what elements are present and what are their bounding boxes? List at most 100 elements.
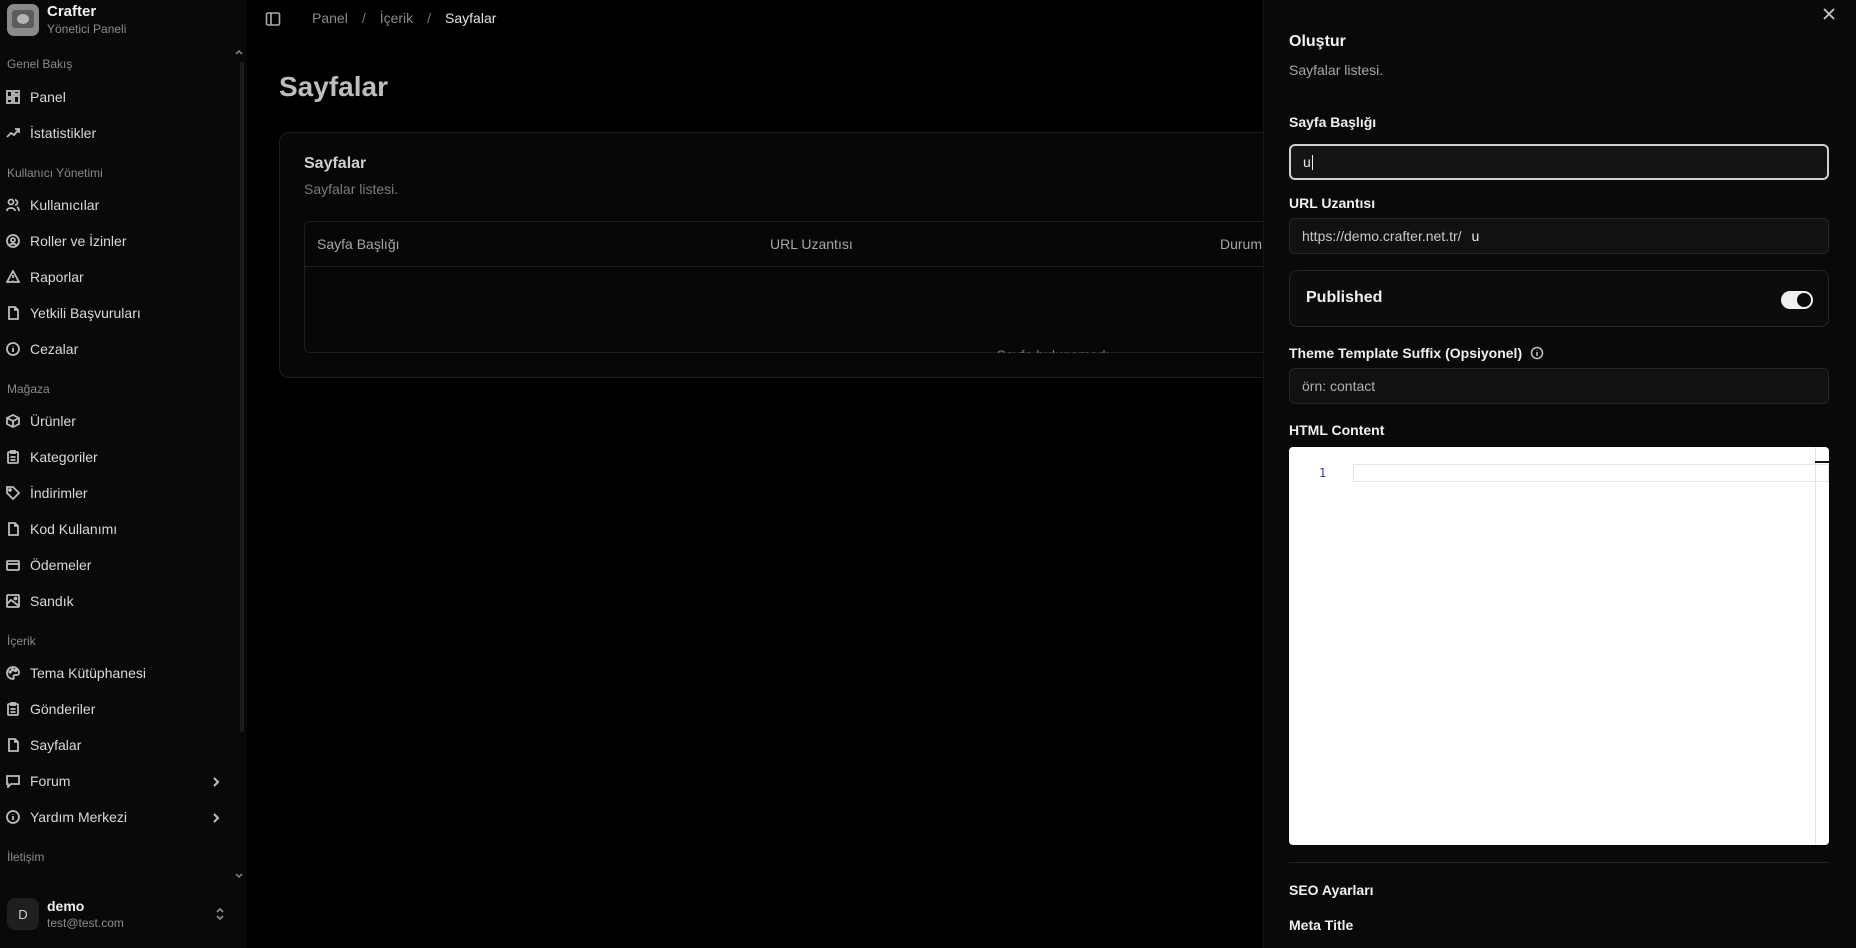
sidebar-item-discounts[interactable]: İndirimler: [6, 478, 228, 508]
brand-logo: [7, 4, 39, 36]
section-divider: [1289, 862, 1829, 863]
sidebar-item-posts[interactable]: Gönderiler: [6, 694, 228, 724]
sidebar-item-label: Raporlar: [30, 269, 84, 285]
table-header: Sayfa Başlığı URL Uzantısı Durum: [305, 222, 1319, 267]
sidebar-item-label: Forum: [30, 773, 71, 789]
sidebar-item-panel[interactable]: Panel: [6, 82, 228, 112]
sidebar-item-products[interactable]: Ürünler: [6, 406, 228, 436]
info-circle-icon: [6, 342, 20, 356]
file-icon: [6, 522, 20, 536]
breadcrumb-panel[interactable]: Panel: [312, 10, 348, 26]
breadcrumb-separator: /: [427, 10, 432, 26]
sidebar-item-payments[interactable]: Ödemeler: [6, 550, 228, 580]
published-label: Published: [1306, 289, 1383, 306]
sidebar-item-label: Kategoriler: [30, 449, 98, 465]
user-email: test@test.com: [47, 916, 124, 930]
sidebar-item-label: Kullanıcılar: [30, 197, 100, 213]
breadcrumb: Panel / İçerik / Sayfalar: [312, 10, 496, 26]
url-value: u: [1471, 228, 1480, 244]
file-icon: [6, 306, 20, 320]
message-icon: [6, 774, 20, 788]
breadcrumb-current: Sayfalar: [445, 10, 497, 26]
editor-margin-line: [1815, 447, 1816, 845]
editor-scrollbar-thumb[interactable]: [1815, 461, 1829, 463]
sidebar-item-staff-applications[interactable]: Yetkili Başvuruları: [6, 298, 228, 328]
user-menu[interactable]: D demo test@test.com: [7, 894, 233, 934]
dashboard-icon: [6, 90, 20, 104]
column-header-status[interactable]: Durum: [1220, 236, 1262, 252]
close-icon[interactable]: [1822, 7, 1836, 21]
info-icon[interactable]: [1530, 346, 1544, 360]
group-label-overview: Genel Bakış: [7, 57, 73, 71]
editor-active-line[interactable]: [1353, 464, 1829, 482]
breadcrumb-content[interactable]: İçerik: [380, 10, 413, 26]
sidebar-item-statistics[interactable]: İstatistikler: [6, 118, 228, 148]
clipboard-icon: [6, 702, 20, 716]
table-empty-row: Sayfa bulunamadı.: [305, 267, 1321, 353]
empty-message: Sayfa bulunamadı.: [305, 312, 1321, 353]
sidebar-item-label: Panel: [30, 89, 66, 105]
sheet-subtitle: Sayfalar listesi.: [1289, 62, 1384, 78]
theme-suffix-label-row: Theme Template Suffix (Opsiyonel): [1289, 345, 1544, 361]
box-icon: [6, 414, 20, 428]
sidebar-item-label: Ödemeler: [30, 557, 92, 573]
user-circle-icon: [6, 234, 20, 248]
pages-table: Sayfa Başlığı URL Uzantısı Durum Sayfa b…: [304, 221, 1320, 353]
published-toggle[interactable]: [1781, 291, 1813, 309]
sidebar-scrollbar[interactable]: [240, 62, 244, 732]
line-number: 1: [1319, 466, 1327, 480]
sidebar-item-code-usage[interactable]: Kod Kullanımı: [6, 514, 228, 544]
page-title-label: Sayfa Başlığı: [1289, 114, 1377, 130]
group-label-communication: İletişim: [7, 850, 45, 864]
chevrons-up-down-icon: [214, 906, 226, 922]
html-code-editor[interactable]: 1: [1289, 447, 1829, 845]
seo-settings-heading: SEO Ayarları: [1289, 882, 1374, 898]
url-prefix: https://demo.crafter.net.tr/: [1302, 228, 1462, 244]
card-subtitle: Sayfalar listesi.: [304, 181, 399, 197]
url-input[interactable]: https://demo.crafter.net.tr/ u: [1289, 218, 1829, 254]
sidebar-toggle-icon[interactable]: [265, 11, 281, 27]
palette-icon: [6, 666, 20, 680]
sidebar-item-forum[interactable]: Forum: [6, 766, 228, 796]
text-caret: [1311, 154, 1313, 170]
sidebar-item-users[interactable]: Kullanıcılar: [6, 190, 228, 220]
sidebar-item-label: İndirimler: [30, 485, 88, 501]
chevron-down-icon[interactable]: [234, 871, 244, 881]
page-title-value: u: [1303, 154, 1311, 170]
trending-up-icon: [6, 126, 20, 140]
sidebar-item-label: Yardım Merkezi: [30, 809, 127, 825]
chevron-up-icon[interactable]: [234, 47, 244, 57]
sidebar-item-theme-library[interactable]: Tema Kütüphanesi: [6, 658, 228, 688]
page-title-input[interactable]: u: [1289, 144, 1829, 180]
sidebar-item-reports[interactable]: Raporlar: [6, 262, 228, 292]
chevron-right-icon[interactable]: [210, 775, 222, 787]
users-icon: [6, 198, 20, 212]
sidebar-item-label: Yetkili Başvuruları: [30, 305, 141, 321]
main-content: Panel / İçerik / Sayfalar Sayfalar Sayfa…: [247, 0, 1320, 948]
sidebar-item-label: Roller ve İzinler: [30, 233, 127, 249]
avatar: D: [7, 898, 39, 930]
sidebar-item-categories[interactable]: Kategoriler: [6, 442, 228, 472]
html-content-label: HTML Content: [1289, 422, 1385, 438]
sidebar-item-pages[interactable]: Sayfalar: [6, 730, 228, 760]
brand[interactable]: Crafter Yönetici Paneli: [7, 3, 126, 37]
pages-card: Sayfalar Sayfalar listesi. Sayfa Başlığı…: [279, 132, 1320, 378]
page-title: Sayfalar: [279, 71, 388, 102]
sidebar-item-label: Sandık: [30, 593, 74, 609]
sidebar-item-help-center[interactable]: Yardım Merkezi: [6, 802, 228, 832]
sidebar-item-penalties[interactable]: Cezalar: [6, 334, 228, 364]
sidebar-item-chest[interactable]: Sandık: [6, 586, 228, 616]
chevron-right-icon[interactable]: [210, 811, 222, 823]
meta-title-label: Meta Title: [1289, 917, 1354, 933]
sidebar-item-roles[interactable]: Roller ve İzinler: [6, 226, 228, 256]
url-label: URL Uzantısı: [1289, 195, 1376, 211]
column-header-title[interactable]: Sayfa Başlığı: [317, 236, 400, 252]
theme-suffix-input[interactable]: örn: contact: [1289, 368, 1829, 404]
group-label-user-management: Kullanıcı Yönetimi: [7, 166, 103, 180]
column-header-url[interactable]: URL Uzantısı: [770, 236, 853, 252]
group-label-store: Mağaza: [7, 382, 50, 396]
credit-card-icon: [6, 558, 20, 572]
file-icon: [6, 738, 20, 752]
sidebar-item-label: İstatistikler: [30, 125, 97, 141]
card-title: Sayfalar: [304, 155, 367, 172]
